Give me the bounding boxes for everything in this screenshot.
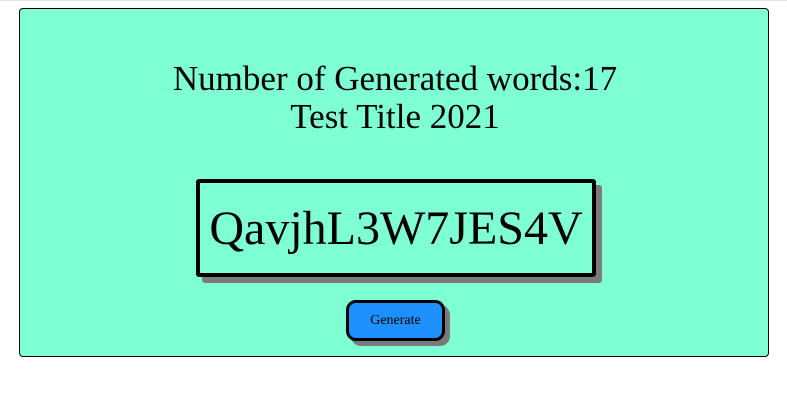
- generate-button[interactable]: Generate: [346, 300, 445, 341]
- generated-word: QavjhL3W7JES4V: [209, 201, 583, 255]
- generator-card: Number of Generated words:17 Test Title …: [19, 8, 769, 357]
- generated-word-display: QavjhL3W7JES4V: [196, 179, 596, 277]
- generated-count-label: Number of Generated words:: [172, 59, 583, 98]
- generated-count-value: 17: [582, 59, 618, 98]
- top-divider: [0, 0, 787, 1]
- page-title: Test Title 2021: [290, 97, 500, 136]
- generated-count-heading: Number of Generated words:17: [20, 59, 770, 99]
